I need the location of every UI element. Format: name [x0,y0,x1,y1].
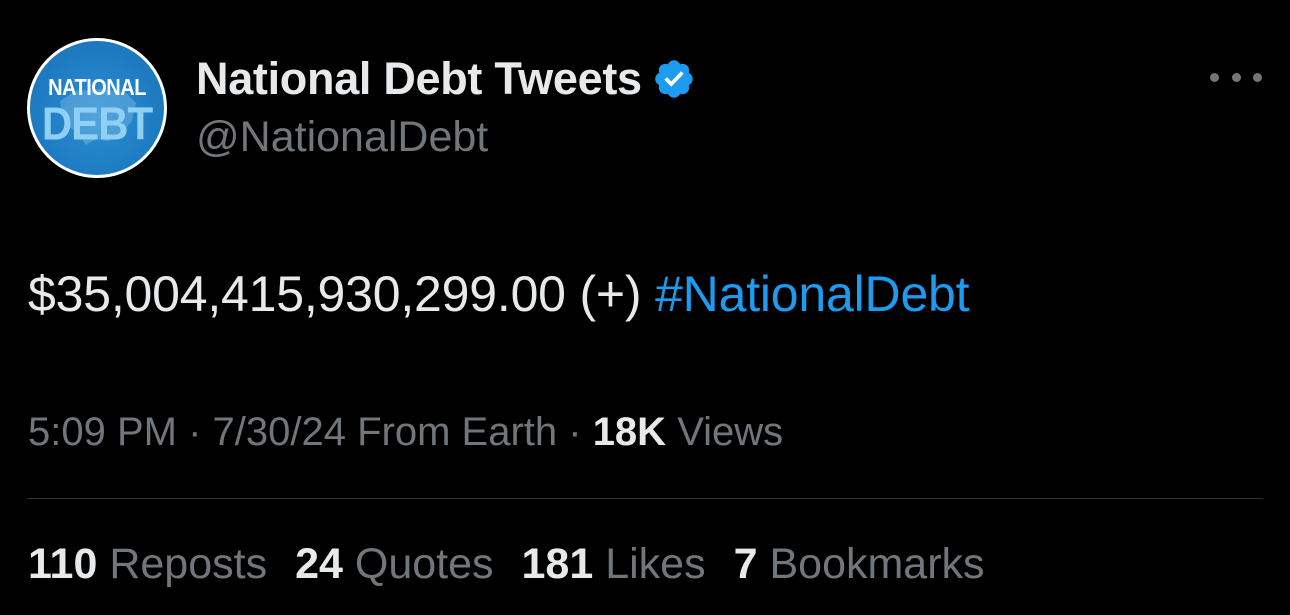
tweet-text: $35,004,415,930,299.00 (+) #NationalDebt [28,265,970,323]
more-dot [1231,72,1241,82]
views-count: 18K [592,410,667,454]
more-dot [1253,72,1262,82]
reposts-label: Reposts [97,540,268,588]
tweet-time[interactable]: 5:09 PM [28,410,177,454]
quotes-count: 24 [295,540,343,588]
avatar[interactable]: NATIONAL DEBT [27,38,167,178]
verified-badge-icon [654,60,693,98]
reposts-count: 110 [28,540,98,588]
bookmarks-label: Bookmarks [757,540,985,588]
tweet-date[interactable]: 7/30/24 [213,410,346,454]
views-label: Views [666,410,784,454]
quotes-label: Quotes [342,540,494,588]
bookmarks-count: 7 [733,540,758,588]
divider [27,498,1263,499]
likes-stat[interactable]: 181 Likes [522,540,706,589]
engagement-stats: 110 Reposts 24 Quotes 181 Likes 7 Bookma… [28,540,985,589]
tweet-source: From Earth [345,410,558,454]
more-options-icon[interactable] [1210,62,1262,92]
tweet-body: $35,004,415,930,299.00 (+) [28,266,656,322]
likes-label: Likes [593,540,706,588]
quotes-stat[interactable]: 24 Quotes [295,540,493,589]
hashtag-link[interactable]: #NationalDebt [655,266,969,322]
meta-separator: · [557,410,593,454]
reposts-stat[interactable]: 110 Reposts [28,540,267,589]
display-name[interactable]: National Debt Tweets [196,53,642,105]
author-handle[interactable]: @NationalDebt [196,113,488,162]
avatar-logo-bottom: DEBT [41,97,153,150]
likes-count: 181 [521,540,594,588]
bookmarks-stat[interactable]: 7 Bookmarks [734,540,985,589]
tweet-metadata: 5:09 PM · 7/30/24 From Earth · 18K Views [28,410,783,455]
tweet-detail: NATIONAL DEBT National Debt Tweets @Nati… [0,0,1290,615]
author-name-row[interactable]: National Debt Tweets [196,53,696,105]
meta-separator: · [176,410,213,454]
more-dot [1210,72,1219,82]
